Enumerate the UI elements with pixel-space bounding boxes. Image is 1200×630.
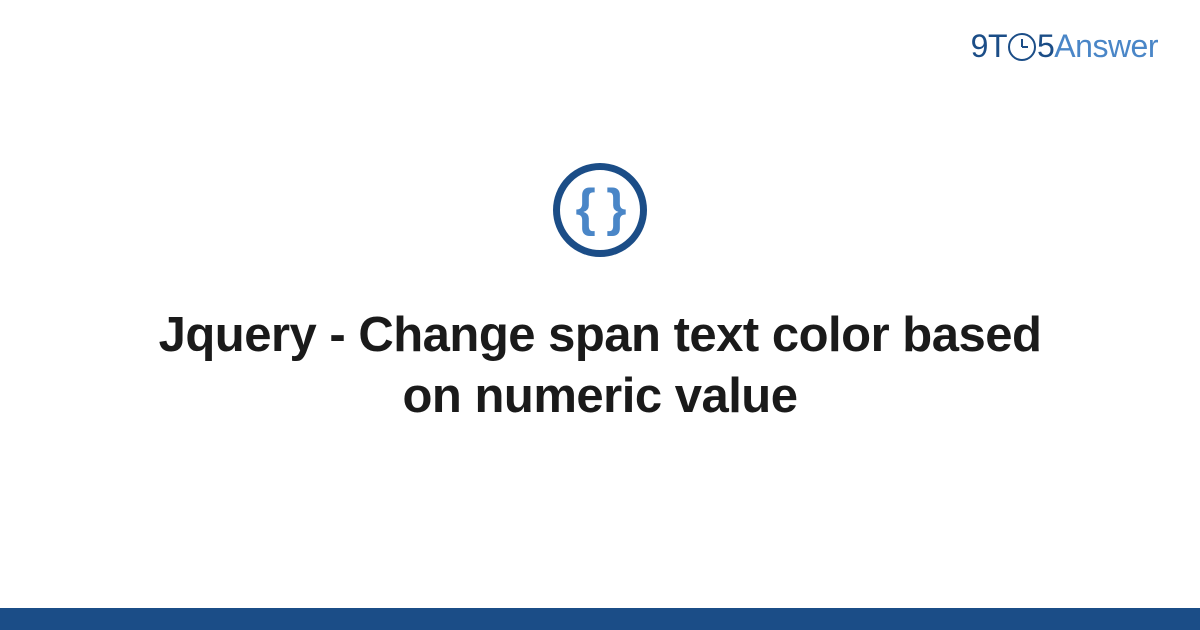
page-title: Jquery - Change span text color based on…	[140, 305, 1060, 428]
code-braces-icon: { }	[553, 163, 647, 257]
braces-glyph: { }	[576, 182, 625, 234]
icon-wrapper: { }	[553, 163, 647, 257]
footer-bar	[0, 608, 1200, 630]
main-content: { } Jquery - Change span text color base…	[0, 0, 1200, 630]
